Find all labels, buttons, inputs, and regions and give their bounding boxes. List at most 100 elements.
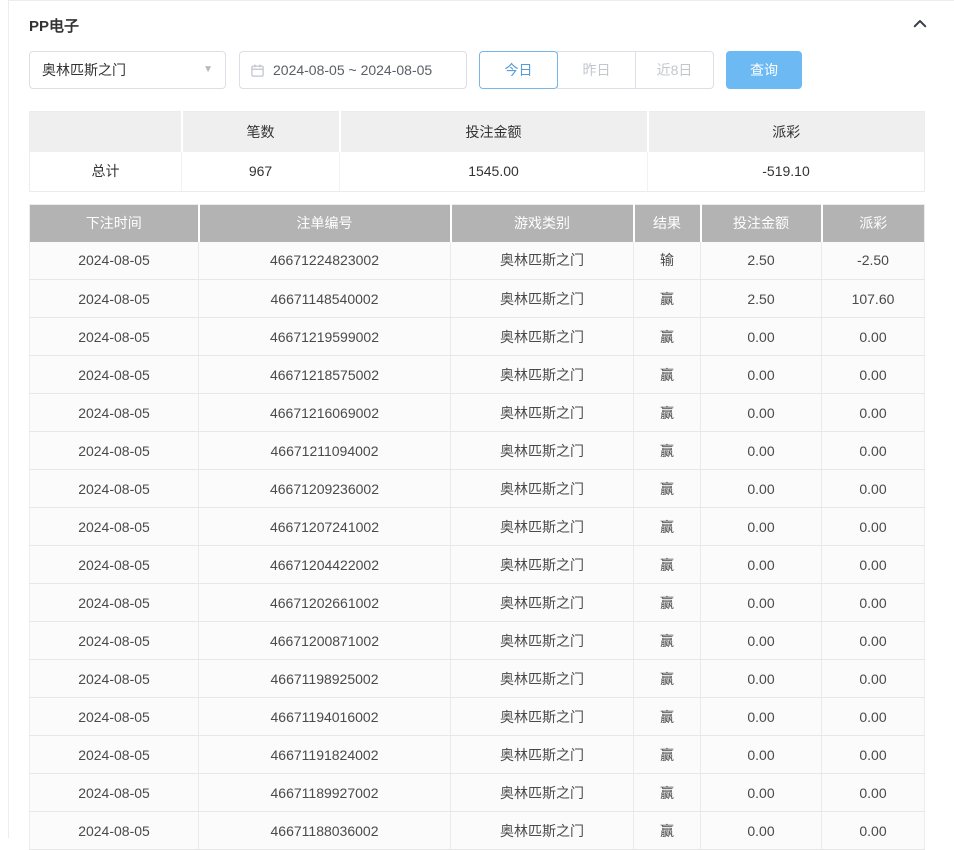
result-cell: 赢: [634, 812, 701, 850]
result-cell: 赢: [634, 356, 701, 394]
header-bet-id: 注单编号: [199, 205, 451, 242]
game-type-cell: 奥林匹斯之门: [451, 584, 634, 622]
bet-time-cell: 2024-08-05: [30, 546, 199, 584]
result-cell: 赢: [634, 736, 701, 774]
payout-cell: -2.50: [822, 242, 925, 280]
game-select-value: 奥林匹斯之门: [42, 60, 126, 80]
table-row: 2024-08-0546671200871002奥林匹斯之门赢0.000.00: [30, 622, 925, 660]
bet-amount-cell: 0.00: [701, 812, 822, 850]
table-row: 2024-08-0546671216069002奥林匹斯之门赢0.000.00: [30, 394, 925, 432]
bet-id-cell: 46671202661002: [199, 584, 451, 622]
bet-id-cell: 46671188036002: [199, 812, 451, 850]
payout-cell: 107.60: [822, 280, 925, 318]
payout-cell: 0.00: [822, 356, 925, 394]
summary-total-row: 总计 967 1545.00 -519.10: [30, 152, 925, 192]
header-result: 结果: [634, 205, 701, 242]
chevron-down-icon: ▼: [203, 65, 213, 75]
result-cell: 赢: [634, 546, 701, 584]
payout-cell: 0.00: [822, 736, 925, 774]
table-row: 2024-08-0546671224823002奥林匹斯之门输2.50-2.50: [30, 242, 925, 280]
result-cell: 赢: [634, 622, 701, 660]
table-row: 2024-08-0546671188036002奥林匹斯之门赢0.000.00: [30, 812, 925, 850]
yesterday-button[interactable]: 昨日: [557, 51, 636, 89]
table-row: 2024-08-0546671202661002奥林匹斯之门赢0.000.00: [30, 584, 925, 622]
bet-table-header-row: 下注时间 注单编号 游戏类别 结果 投注金额 派彩: [30, 205, 925, 242]
table-row: 2024-08-0546671218575002奥林匹斯之门赢0.000.00: [30, 356, 925, 394]
payout-cell: 0.00: [822, 394, 925, 432]
bet-id-cell: 46671194016002: [199, 698, 451, 736]
table-row: 2024-08-0546671219599002奥林匹斯之门赢0.000.00: [30, 318, 925, 356]
payout-cell: 0.00: [822, 584, 925, 622]
total-label: 总计: [30, 152, 182, 192]
last-8-days-button[interactable]: 近8日: [635, 51, 714, 89]
header-game-type: 游戏类别: [451, 205, 634, 242]
bet-amount-cell: 0.00: [701, 584, 822, 622]
bet-records-table: 下注时间 注单编号 游戏类别 结果 投注金额 派彩 2024-08-054667…: [29, 204, 925, 850]
bet-amount-cell: 2.50: [701, 242, 822, 280]
bet-id-cell: 46671219599002: [199, 318, 451, 356]
header-payout: 派彩: [822, 205, 925, 242]
bet-amount-cell: 0.00: [701, 432, 822, 470]
table-row: 2024-08-0546671211094002奥林匹斯之门赢0.000.00: [30, 432, 925, 470]
game-type-cell: 奥林匹斯之门: [451, 470, 634, 508]
collapse-panel-button[interactable]: [909, 14, 931, 36]
game-type-cell: 奥林匹斯之门: [451, 394, 634, 432]
game-type-cell: 奥林匹斯之门: [451, 280, 634, 318]
bet-amount-cell: 2.50: [701, 280, 822, 318]
result-cell: 赢: [634, 660, 701, 698]
header-bet-amount: 投注金额: [701, 205, 822, 242]
game-type-cell: 奥林匹斯之门: [451, 660, 634, 698]
bet-time-cell: 2024-08-05: [30, 318, 199, 356]
bet-amount-cell: 0.00: [701, 356, 822, 394]
bet-time-cell: 2024-08-05: [30, 774, 199, 812]
total-bet-amount: 1545.00: [340, 152, 648, 192]
game-type-cell: 奥林匹斯之门: [451, 432, 634, 470]
bet-time-cell: 2024-08-05: [30, 622, 199, 660]
date-range-value: 2024-08-05 ~ 2024-08-05: [273, 62, 432, 78]
payout-cell: 0.00: [822, 470, 925, 508]
summary-header-count: 笔数: [182, 112, 340, 152]
today-button[interactable]: 今日: [479, 51, 558, 89]
bet-id-cell: 46671191824002: [199, 736, 451, 774]
game-type-cell: 奥林匹斯之门: [451, 318, 634, 356]
bet-time-cell: 2024-08-05: [30, 356, 199, 394]
calendar-icon: [250, 63, 265, 78]
result-cell: 赢: [634, 698, 701, 736]
game-type-cell: 奥林匹斯之门: [451, 736, 634, 774]
bet-amount-cell: 0.00: [701, 508, 822, 546]
payout-cell: 0.00: [822, 508, 925, 546]
result-cell: 赢: [634, 280, 701, 318]
bet-time-cell: 2024-08-05: [30, 280, 199, 318]
header-bet-time: 下注时间: [30, 205, 199, 242]
table-row: 2024-08-0546671204422002奥林匹斯之门赢0.000.00: [30, 546, 925, 584]
table-row: 2024-08-0546671194016002奥林匹斯之门赢0.000.00: [30, 698, 925, 736]
bet-id-cell: 46671207241002: [199, 508, 451, 546]
game-type-cell: 奥林匹斯之门: [451, 508, 634, 546]
game-type-cell: 奥林匹斯之门: [451, 356, 634, 394]
table-row: 2024-08-0546671209236002奥林匹斯之门赢0.000.00: [30, 470, 925, 508]
payout-cell: 0.00: [822, 318, 925, 356]
date-range-input[interactable]: 2024-08-05 ~ 2024-08-05: [239, 51, 467, 89]
bet-amount-cell: 0.00: [701, 698, 822, 736]
table-row: 2024-08-0546671189927002奥林匹斯之门赢0.000.00: [30, 774, 925, 812]
summary-header-payout: 派彩: [648, 112, 925, 152]
payout-cell: 0.00: [822, 660, 925, 698]
bet-id-cell: 46671204422002: [199, 546, 451, 584]
payout-cell: 0.00: [822, 812, 925, 850]
game-type-cell: 奥林匹斯之门: [451, 622, 634, 660]
filter-controls: 奥林匹斯之门 ▼ 2024-08-05 ~ 2024-08-05 今日 昨日 近…: [29, 51, 931, 89]
bet-id-cell: 46671218575002: [199, 356, 451, 394]
game-select[interactable]: 奥林匹斯之门 ▼: [29, 51, 226, 89]
bet-time-cell: 2024-08-05: [30, 584, 199, 622]
result-cell: 赢: [634, 508, 701, 546]
summary-header-blank: [30, 112, 182, 152]
bet-id-cell: 46671200871002: [199, 622, 451, 660]
bet-amount-cell: 0.00: [701, 546, 822, 584]
table-row: 2024-08-0546671148540002奥林匹斯之门赢2.50107.6…: [30, 280, 925, 318]
query-button[interactable]: 查询: [726, 51, 802, 89]
bet-time-cell: 2024-08-05: [30, 812, 199, 850]
bet-time-cell: 2024-08-05: [30, 394, 199, 432]
bet-amount-cell: 0.00: [701, 660, 822, 698]
summary-header-row: 笔数 投注金额 派彩: [30, 112, 925, 152]
bet-table-body: 2024-08-0546671224823002奥林匹斯之门输2.50-2.50…: [30, 242, 925, 850]
